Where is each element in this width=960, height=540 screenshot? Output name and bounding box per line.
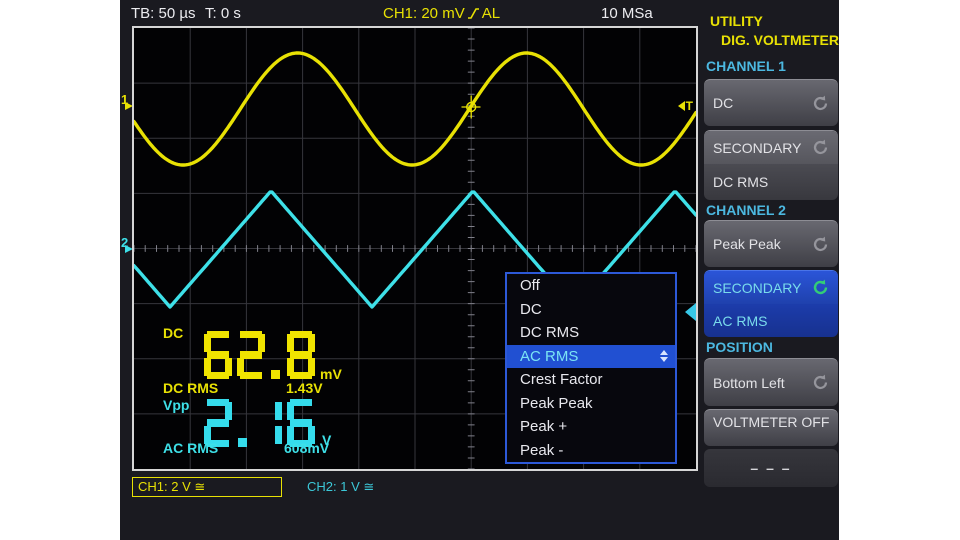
dvm-ch1-secondary-value: 1.43V (286, 380, 323, 396)
secondary-function-popup: Off DC DC RMS AC RMS Crest Factor Peak P… (505, 272, 677, 464)
rising-edge-icon (467, 6, 480, 21)
menu-subtitle: DIG. VOLTMETER (721, 32, 839, 48)
ch2-position-marker: 2 (121, 236, 128, 249)
dvm-ch2-secondary-value: 608mV (284, 440, 329, 456)
trigger-suffix-label: AL (482, 5, 500, 22)
rotary-knob-icon (812, 374, 829, 391)
popup-item-off[interactable]: Off (507, 274, 675, 298)
popup-item-peak-peak[interactable]: Peak Peak (507, 392, 675, 416)
rotary-knob-icon (812, 95, 829, 112)
softkey-ch2-secondary-label: SECONDARY (713, 280, 801, 296)
popup-item-crest-factor[interactable]: Crest Factor (507, 368, 675, 392)
popup-item-dc-rms[interactable]: DC RMS (507, 321, 675, 345)
softkey-blank[interactable]: – – – (704, 449, 838, 487)
trigger-time-readout: T: 0 s (205, 5, 241, 22)
softkey-voltmeter-off-label: VOLTMETER OFF (713, 414, 829, 430)
sample-rate-readout: 10 MSa (601, 5, 653, 22)
popup-item-ac-rms[interactable]: AC RMS (507, 345, 675, 369)
popup-item-peak-plus[interactable]: Peak + (507, 415, 675, 439)
softkey-position-label: Bottom Left (713, 375, 785, 391)
popup-item-dc[interactable]: DC (507, 298, 675, 322)
popup-pointer-icon (685, 303, 696, 321)
softkey-ch1-secondary-value: DC RMS (713, 174, 768, 190)
dvm-ch1-secondary-label: DC RMS (163, 380, 218, 396)
rotary-knob-icon (812, 236, 829, 253)
channel2-heading: CHANNEL 2 (706, 202, 786, 218)
trigger-level-arrow-icon (678, 101, 685, 111)
oscilloscope-screenshot: TB: 50 µs T: 0 s CH1: 20 mV AL 10 MSa 1 … (0, 0, 960, 540)
ch1-scale-indicator: CH1: 2 V ≅ (132, 477, 282, 497)
rotary-knob-active-icon (812, 279, 829, 296)
softkey-ch2-primary-label: Peak Peak (713, 236, 781, 252)
trigger-status-readout: CH1: 20 mV AL (383, 5, 500, 22)
channel1-heading: CHANNEL 1 (706, 58, 786, 74)
softkey-ch1-secondary[interactable]: SECONDARY DC RMS (704, 130, 838, 200)
softkey-ch1-primary-label: DC (713, 95, 733, 111)
up-down-spinner-icon (660, 350, 668, 362)
popup-item-peak-minus[interactable]: Peak - (507, 439, 675, 463)
softkey-ch2-secondary[interactable]: SECONDARY AC RMS (704, 270, 838, 337)
softkey-ch1-primary[interactable]: DC (704, 79, 838, 126)
rotary-knob-icon (812, 139, 829, 156)
ch1-position-marker: 1 (121, 93, 128, 106)
trigger-source-label: CH1: 20 mV (383, 5, 465, 22)
softkey-ch1-secondary-label: SECONDARY (713, 140, 801, 156)
softkey-ch2-primary[interactable]: Peak Peak (704, 220, 838, 267)
graticule: T DC mV DC RMS 1.43V Vpp V AC RMS 608mV … (132, 26, 698, 471)
menu-title: UTILITY (710, 13, 763, 29)
scope-screen: TB: 50 µs T: 0 s CH1: 20 mV AL 10 MSa 1 … (120, 0, 839, 540)
dvm-ch1-value-display (204, 331, 315, 379)
popup-item-ac-rms-label: AC RMS (520, 348, 578, 365)
dvm-ch1-unit: mV (320, 366, 342, 382)
timebase-readout: TB: 50 µs (131, 5, 196, 22)
softkey-position[interactable]: Bottom Left (704, 358, 838, 406)
trigger-level-letter: T (686, 99, 693, 113)
ch2-scale-indicator: CH2: 1 V ≅ (307, 479, 374, 495)
dvm-ch1-function-label: DC (163, 325, 183, 341)
trigger-level-marker: T (678, 99, 693, 113)
position-heading: POSITION (706, 339, 773, 355)
softkey-voltmeter-off[interactable]: VOLTMETER OFF (704, 409, 838, 446)
softkey-ch2-secondary-value: AC RMS (713, 313, 767, 329)
dvm-ch2-function-label: Vpp (163, 397, 189, 413)
softkey-blank-label: – – – (750, 460, 791, 476)
dvm-ch2-secondary-label: AC RMS (163, 440, 218, 456)
